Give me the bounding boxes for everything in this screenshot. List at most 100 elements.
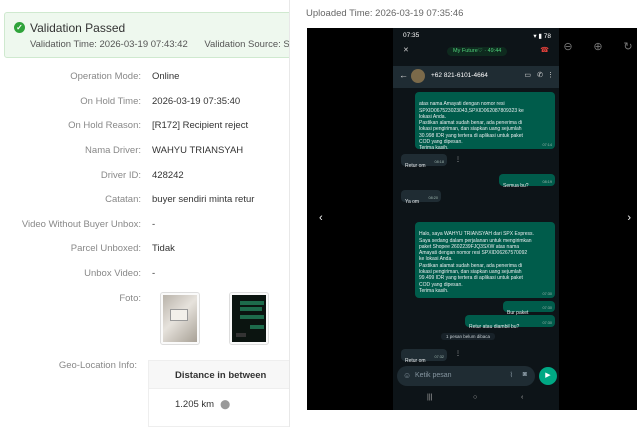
message-text: atas nama Amayati dengan nomor resi SPXI… — [419, 101, 524, 152]
unread-divider: 1 pesan belum dibaca — [441, 333, 496, 340]
ongoing-call-bar: ✕ My Future♡ · 49:44 ☎ — [393, 44, 559, 58]
message-text: Ya om — [405, 199, 420, 206]
end-call-icon: ☎ — [540, 47, 549, 54]
detail-panel: ✓ Validation Passed Validation Time: 202… — [0, 0, 290, 427]
field-value: - — [152, 268, 156, 279]
zoom-out-icon[interactable]: ⊖ — [561, 40, 575, 54]
message-time: 07:30 — [542, 320, 552, 325]
location-pin-icon[interactable]: ⬤ — [220, 399, 230, 409]
field-value: - — [152, 219, 156, 230]
prev-image-arrow-icon[interactable]: ‹ — [319, 212, 323, 224]
message-time: 07:32 — [434, 354, 444, 359]
message-time: 08:20 — [428, 195, 438, 200]
message-bubble-out: Semua bu? 08:19 — [499, 174, 555, 190]
chat-line — [240, 315, 264, 319]
message-text: Retur atau diambil bu? — [469, 324, 520, 331]
forward-icon: ⋮ — [455, 351, 461, 357]
image-viewer: 07:35 ▾ ▮ 78 ✕ My Future♡ · 49:44 ☎ ← +6… — [307, 28, 637, 410]
message-text: Halo, saya WAHYU TRIANSYAH dari SPX Expr… — [419, 231, 534, 294]
status-icons: ▾ ▮ 78 — [533, 33, 551, 40]
geo-table: Distance in between 1.205 km ⬤ — [148, 360, 289, 427]
emoji-icon: ☺ — [403, 371, 412, 380]
uploaded-time: Uploaded Time: 2026-03-19 07:35:46 — [306, 8, 464, 19]
field-label: Unbox Video: — [84, 268, 141, 279]
recents-icon: ||| — [427, 394, 433, 401]
field-nama-driver: Nama Driver: WAHYU TRIANSYAH — [0, 145, 289, 159]
field-driver-id: Driver ID: 428242 — [0, 170, 289, 184]
message-time: 07:30 — [542, 305, 552, 310]
check-circle-icon: ✓ — [14, 22, 25, 33]
chat-line — [236, 333, 246, 337]
status-time: 07:35 — [403, 32, 420, 39]
call-pill: My Future♡ · 49:44 — [447, 47, 508, 56]
message-bubble-in: Retur om 07:32 — [401, 349, 447, 364]
chat-line — [250, 325, 264, 329]
phone-status-bar: 07:35 ▾ ▮ 78 — [393, 28, 559, 44]
message-bubble-out: Bur paket 07:30 — [503, 301, 555, 316]
message-input-bar: ☺ Ketik pesan ⌇ ◙ — [397, 366, 535, 386]
message-bubble-out: Retur atau diambil bu? 07:30 — [465, 315, 555, 331]
field-label: Nama Driver: — [85, 145, 141, 156]
more-vertical-icon: ⋮ — [547, 72, 554, 79]
photo-thumbnail-parcel[interactable] — [160, 292, 200, 345]
message-time: 08:18 — [434, 159, 444, 164]
label-sticker — [170, 309, 188, 321]
message-bubble-out: atas nama Amayati dengan nomor resi SPXI… — [415, 92, 555, 152]
field-label: Catatan: — [105, 194, 141, 205]
message-time: 07:30 — [542, 291, 552, 296]
home-icon: ○ — [473, 394, 478, 401]
field-value: [R172] Recipient reject — [152, 120, 249, 131]
message-time: 07:14 — [542, 142, 552, 147]
whatsapp-screenshot: 07:35 ▾ ▮ 78 ✕ My Future♡ · 49:44 ☎ ← +6… — [393, 28, 559, 410]
field-catatan: Catatan: buyer sendiri minta retur — [0, 194, 289, 208]
field-value: buyer sendiri minta retur — [152, 194, 255, 205]
rotate-icon[interactable]: ↻ — [621, 40, 635, 54]
image-viewer-panel: Uploaded Time: 2026-03-19 07:35:46 07:35… — [290, 0, 637, 427]
field-on-hold-time: On Hold Time: 2026-03-19 07:35:40 — [0, 96, 289, 110]
validation-time: Validation Time: 2026-03-19 07:43:42 — [30, 39, 188, 50]
camera-icon: ◙ — [522, 371, 527, 378]
field-value: 428242 — [152, 170, 184, 181]
field-label: Foto: — [119, 293, 141, 304]
attach-clip-icon: ⌇ — [509, 372, 513, 379]
mute-mic-icon: ✕ — [403, 47, 409, 54]
validation-source: Validation Source: Syst — [204, 39, 290, 50]
back-arrow-icon: ← — [399, 70, 408, 80]
distance-value: 1.205 km — [175, 399, 215, 410]
message-bubble-in: Retur om 08:18 — [401, 154, 447, 169]
geo-table-cell: 1.205 km ⬤ — [149, 389, 289, 410]
field-operation-mode: Operation Mode: Online — [0, 71, 289, 85]
chat-line — [240, 301, 264, 305]
field-label: Video Without Buyer Unbox: — [21, 219, 141, 230]
chat-line — [240, 307, 262, 311]
field-label: Operation Mode: — [70, 71, 141, 82]
field-unbox-video: Unbox Video: - — [0, 268, 289, 282]
video-call-icon: ▭ — [524, 72, 531, 79]
field-label: Driver ID: — [100, 170, 141, 181]
field-on-hold-reason: On Hold Reason: [R172] Recipient reject — [0, 120, 289, 134]
avatar — [411, 69, 425, 83]
field-label: Parcel Unboxed: — [70, 243, 141, 254]
android-nav-bar: ||| ○ ‹ — [393, 390, 559, 410]
zoom-in-icon[interactable]: ⊕ — [591, 40, 605, 54]
back-icon: ‹ — [521, 394, 524, 401]
field-label: On Hold Time: — [80, 96, 141, 107]
next-image-arrow-icon[interactable]: › — [627, 212, 631, 224]
battery-level: 78 — [543, 33, 551, 40]
validation-banner: ✓ Validation Passed Validation Time: 202… — [4, 12, 290, 58]
photo-thumbnail-chat[interactable] — [229, 292, 269, 345]
field-value: WAHYU TRIANSYAH — [152, 145, 244, 156]
chat-screenshot — [232, 295, 266, 342]
field-label: On Hold Reason: — [68, 120, 141, 131]
field-value: Tidak — [152, 243, 175, 254]
validation-subtitle: Validation Time: 2026-03-19 07:43:42 Val… — [30, 39, 290, 50]
geo-table-header: Distance in between — [149, 361, 289, 389]
chat-header: ← +62 821-6101-4664 ▭ ✆ ⋮ — [393, 66, 559, 88]
send-icon: ▶ — [539, 367, 557, 385]
voice-call-icon: ✆ — [537, 72, 543, 79]
message-text: Semua bu? — [503, 183, 529, 190]
forward-icon: ⋮ — [455, 157, 461, 163]
contact-name: +62 821-6101-4664 — [431, 72, 488, 79]
geo-location-label: Geo-Location Info: — [58, 360, 137, 371]
message-bubble-in: Ya om 08:20 — [401, 190, 441, 206]
